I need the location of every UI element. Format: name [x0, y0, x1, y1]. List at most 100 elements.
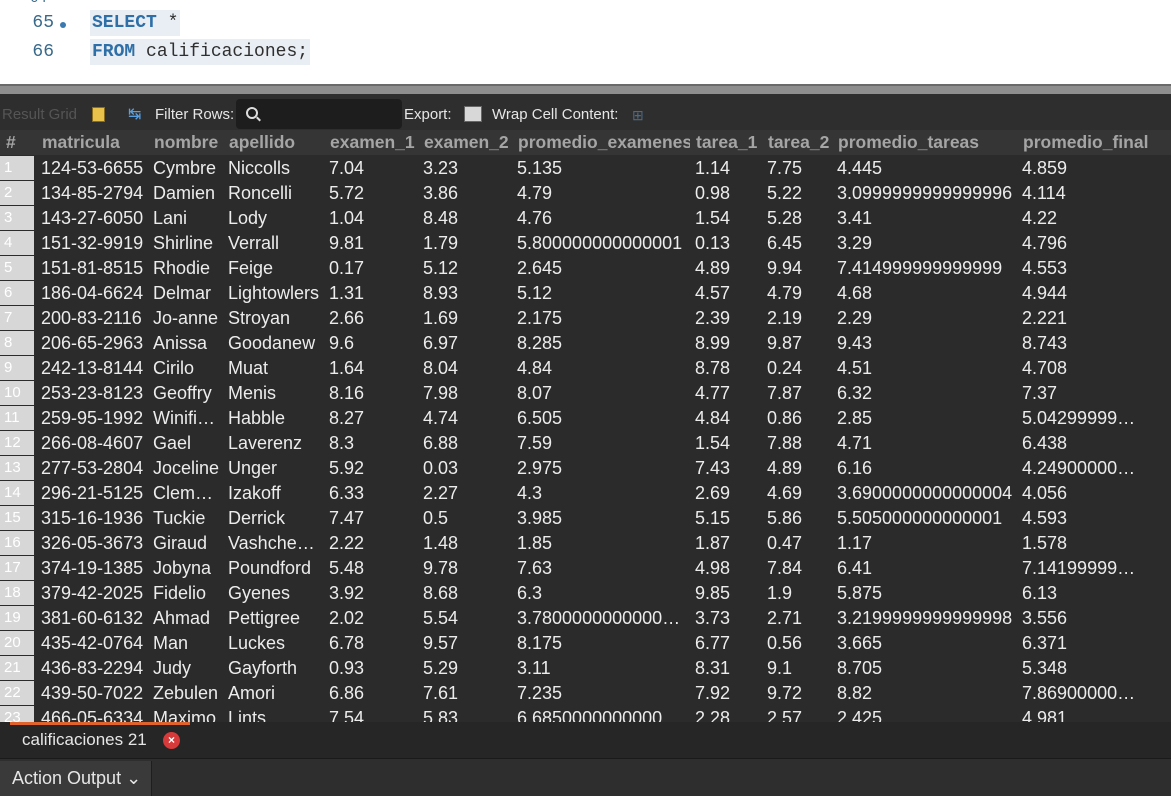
row-number[interactable]: 16 [0, 531, 34, 555]
table-cell[interactable]: 5.29 [423, 656, 515, 681]
table-cell[interactable]: 466-05-6334 [41, 706, 151, 722]
column-header[interactable]: examen_1 [330, 130, 420, 155]
table-cell[interactable]: Judy [153, 656, 226, 681]
table-cell[interactable]: Roncelli [228, 181, 326, 206]
table-cell[interactable]: 5.135 [517, 156, 693, 181]
table-cell[interactable]: 435-42-0764 [41, 631, 151, 656]
table-cell[interactable]: 0.98 [695, 181, 765, 206]
table-cell[interactable]: 5.12 [517, 281, 693, 306]
table-cell[interactable]: Izakoff [228, 481, 326, 506]
table-cell[interactable]: 2.975 [517, 456, 693, 481]
table-cell[interactable]: 7.88 [767, 431, 835, 456]
table-cell[interactable]: Muat [228, 356, 326, 381]
row-number[interactable]: 22 [0, 681, 34, 705]
table-cell[interactable]: 200-83-2116 [41, 306, 151, 331]
table-cell[interactable]: 9.72 [767, 681, 835, 706]
table-cell[interactable]: Cirilo [153, 356, 226, 381]
table-cell[interactable]: 6.13 [1022, 581, 1171, 606]
table-cell[interactable]: 0.24 [767, 356, 835, 381]
table-cell[interactable]: 8.705 [837, 656, 1021, 681]
table-cell[interactable]: 259-95-1992 [41, 406, 151, 431]
table-cell[interactable]: 7.92 [695, 681, 765, 706]
table-cell[interactable]: 0.56 [767, 631, 835, 656]
table-cell[interactable]: 3.11 [517, 656, 693, 681]
table-cell[interactable]: 1.54 [695, 206, 765, 231]
table-cell[interactable]: 5.83 [423, 706, 515, 722]
table-cell[interactable]: Damien [153, 181, 226, 206]
table-cell[interactable]: 374-19-1385 [41, 556, 151, 581]
table-cell[interactable]: 3.985 [517, 506, 693, 531]
table-cell[interactable]: 5.12 [423, 256, 515, 281]
table-cell[interactable]: 4.51 [837, 356, 1021, 381]
table-row[interactable]: 17 374-19-1385 Jobyna Poundford 5.48 9.78 7.63… [0, 556, 1171, 581]
table-cell[interactable]: 4.89 [767, 456, 835, 481]
table-row[interactable]: 20 435-42-0764 Man Luckes 6.78 9.57 8.175 6.77 0… [0, 631, 1171, 656]
table-cell[interactable]: 4.69 [767, 481, 835, 506]
table-cell[interactable]: 143-27-6050 [41, 206, 151, 231]
table-cell[interactable]: 5.04299999… [1022, 406, 1171, 431]
row-number[interactable]: 12 [0, 431, 34, 455]
table-cell[interactable]: 8.285 [517, 331, 693, 356]
table-cell[interactable]: 124-53-6655 [41, 156, 151, 181]
row-number[interactable]: 1 [0, 156, 34, 180]
table-cell[interactable]: 1.14 [695, 156, 765, 181]
table-cell[interactable]: 8.743 [1022, 331, 1171, 356]
table-cell[interactable]: 1.04 [329, 206, 421, 231]
table-cell[interactable]: 8.07 [517, 381, 693, 406]
table-row[interactable]: 18 379-42-2025 Fidelio Gyenes 3.92 8.68 6.3 9.8… [0, 581, 1171, 606]
table-cell[interactable]: 4.22 [1022, 206, 1171, 231]
table-cell[interactable]: Zebulen [153, 681, 226, 706]
table-row[interactable]: 23 466-05-6334 Maximo Lints 7.54 5.83 6.685000… [0, 706, 1171, 722]
row-number[interactable]: 15 [0, 506, 34, 530]
row-number[interactable]: 9 [0, 356, 34, 380]
table-cell[interactable]: 315-16-1936 [41, 506, 151, 531]
table-cell[interactable]: Niccolls [228, 156, 326, 181]
table-row[interactable]: 14 296-21-5125 Clem… Izakoff 6.33 2.27 4.3 2.69… [0, 481, 1171, 506]
table-cell[interactable]: 1.9 [767, 581, 835, 606]
table-cell[interactable]: 3.2199999999999998 [837, 606, 1021, 631]
table-cell[interactable]: 1.54 [695, 431, 765, 456]
row-number[interactable]: 23 [0, 706, 34, 722]
table-cell[interactable]: 9.81 [329, 231, 421, 256]
table-cell[interactable]: 1.17 [837, 531, 1021, 556]
table-cell[interactable]: 326-05-3673 [41, 531, 151, 556]
table-cell[interactable]: 2.19 [767, 306, 835, 331]
column-header[interactable]: apellido [229, 130, 325, 155]
table-cell[interactable]: 151-81-8515 [41, 256, 151, 281]
table-cell[interactable]: 5.22 [767, 181, 835, 206]
table-cell[interactable]: Verrall [228, 231, 326, 256]
table-cell[interactable]: 7.47 [329, 506, 421, 531]
table-cell[interactable]: 5.86 [767, 506, 835, 531]
table-row[interactable]: 5 151-81-8515 Rhodie Feige 0.17 5.12 2.645 4.89… [0, 256, 1171, 281]
row-number[interactable]: 11 [0, 406, 34, 430]
table-cell[interactable]: 3.23 [423, 156, 515, 181]
table-cell[interactable]: 3.73 [695, 606, 765, 631]
table-cell[interactable]: 0.17 [329, 256, 421, 281]
panel-splitter[interactable] [0, 84, 1171, 94]
row-number[interactable]: 17 [0, 556, 34, 580]
table-cell[interactable]: 4.445 [837, 156, 1021, 181]
table-cell[interactable]: 2.425 [837, 706, 1021, 722]
table-cell[interactable]: 8.68 [423, 581, 515, 606]
table-cell[interactable]: Feige [228, 256, 326, 281]
table-cell[interactable]: 7.37 [1022, 381, 1171, 406]
table-cell[interactable]: 8.93 [423, 281, 515, 306]
table-cell[interactable]: Cymbre [153, 156, 226, 181]
table-cell[interactable]: 4.89 [695, 256, 765, 281]
table-cell[interactable]: 2.39 [695, 306, 765, 331]
column-header[interactable]: tarea_2 [768, 130, 834, 155]
table-cell[interactable]: 186-04-6624 [41, 281, 151, 306]
column-header[interactable]: promedio_final [1023, 130, 1171, 155]
table-cell[interactable]: 4.056 [1022, 481, 1171, 506]
table-cell[interactable]: 4.859 [1022, 156, 1171, 181]
table-cell[interactable]: Ahmad [153, 606, 226, 631]
table-cell[interactable]: 5.348 [1022, 656, 1171, 681]
table-cell[interactable]: 0.47 [767, 531, 835, 556]
table-cell[interactable]: 277-53-2804 [41, 456, 151, 481]
table-cell[interactable]: 9.43 [837, 331, 1021, 356]
table-cell[interactable]: 6.97 [423, 331, 515, 356]
row-number[interactable]: 19 [0, 606, 34, 630]
table-cell[interactable]: 8.82 [837, 681, 1021, 706]
table-cell[interactable]: 4.68 [837, 281, 1021, 306]
table-cell[interactable]: 1.31 [329, 281, 421, 306]
